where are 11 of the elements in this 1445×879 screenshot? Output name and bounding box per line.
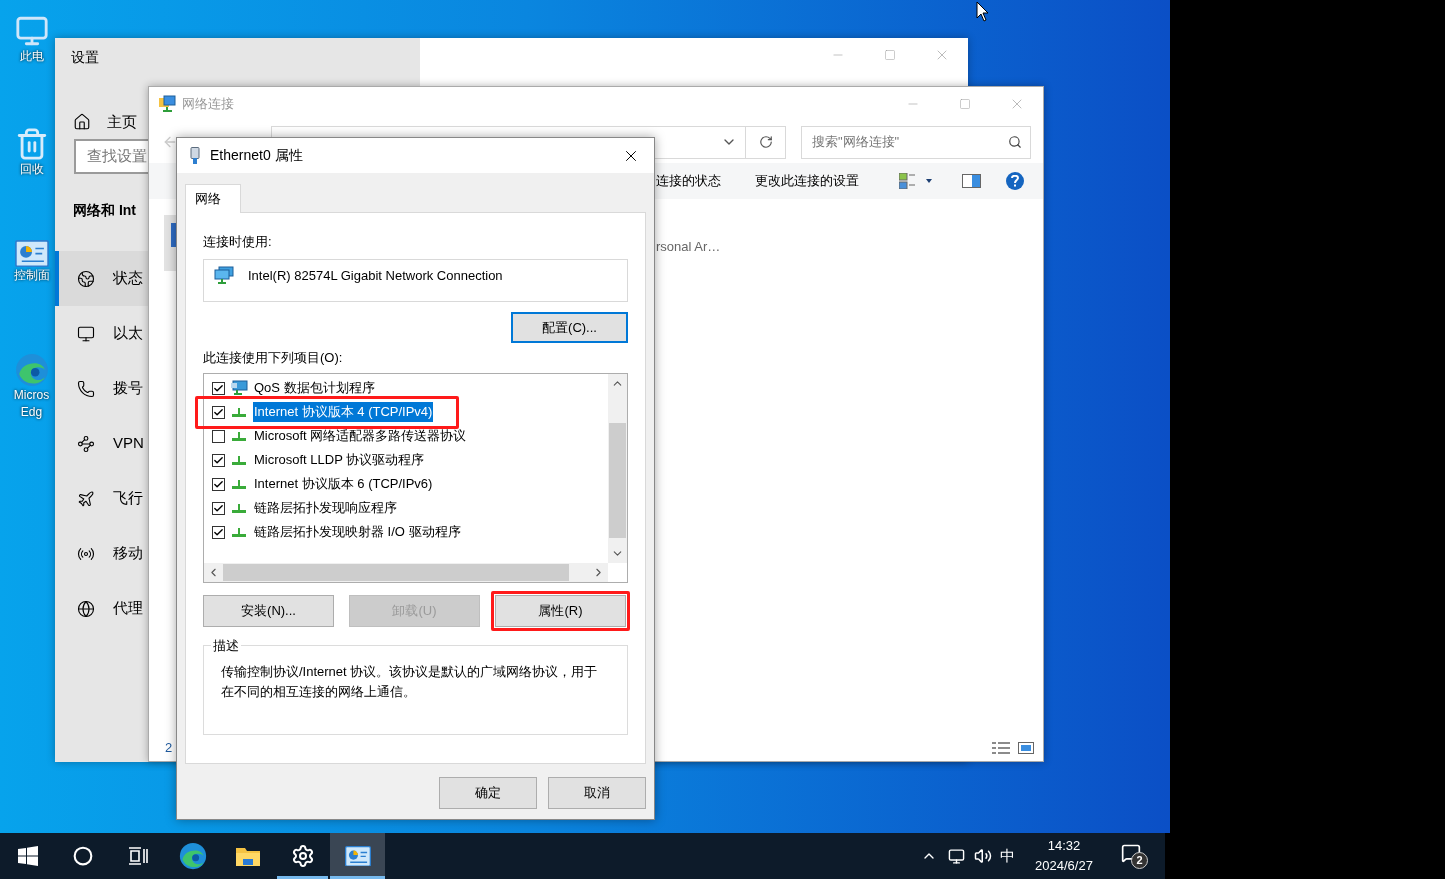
adapter-field: Intel(R) 82574L Gigabit Network Connection (203, 259, 628, 302)
window-title: 网络连接 (182, 95, 234, 114)
item-count: 2 (165, 739, 173, 758)
section-heading: 网络和 Int (73, 201, 137, 220)
window-title: 设置 (71, 47, 99, 67)
connection-name: rsonal Ar… (656, 238, 721, 256)
field-label: 此连接使用下列项目(O): (203, 349, 344, 367)
dialog-title: Ethernet0 属性 (210, 146, 303, 165)
field-label: 连接时使用: (203, 233, 273, 251)
notification-badge: 2 (1131, 852, 1148, 869)
description-text: 传输控制协议/Internet 协议。该协议是默认的广域网络协议，用于在不同的相互连接的网络上通信。 (221, 663, 599, 701)
